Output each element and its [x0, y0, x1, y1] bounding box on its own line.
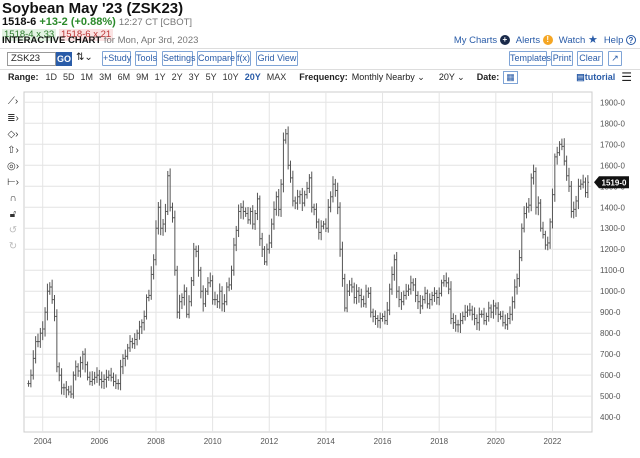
x-tick-label: 2016 [374, 437, 392, 446]
range-option[interactable]: 1Y [155, 72, 166, 82]
star-icon: ★ [587, 34, 598, 46]
y-tick-label: 600-0 [600, 371, 621, 380]
y-tick-label: 1900-0 [600, 98, 625, 107]
top-links: My Charts + Alerts ! Watch ★ Help ? [454, 35, 636, 46]
y-tick-label: 1700-0 [600, 140, 625, 149]
frequency-label: Frequency: [299, 72, 348, 82]
quote-time: 12:27 CT [CBOT] [118, 17, 193, 28]
print-button[interactable]: Print [551, 51, 573, 66]
y-tick-label: 900-0 [600, 308, 621, 317]
header-divider [0, 48, 640, 49]
plus-circle-icon: + [499, 35, 510, 46]
period-select[interactable]: 20Y ⌄ [439, 72, 465, 83]
price-chart[interactable]: 1900-01800-01700-01600-01500-01400-01300… [0, 86, 640, 458]
x-tick-label: 2020 [487, 437, 505, 446]
help-icon: ? [626, 35, 636, 46]
bar-type-dropdown-icon[interactable]: ⇅⌄ [76, 52, 93, 63]
y-tick-label: 1200-0 [600, 245, 625, 254]
x-tick-label: 2022 [544, 437, 562, 446]
quote-line: 1518-6 +13-2 (+0.88%) 12:27 CT [CBOT] [2, 16, 192, 29]
frequency-select[interactable]: Monthly Nearby ⌄ [352, 72, 425, 83]
x-tick-label: 2006 [90, 437, 108, 446]
grid-view-button[interactable]: Grid View [256, 51, 298, 66]
calendar-icon[interactable]: ▦ [503, 70, 518, 84]
plot-area [23, 91, 593, 433]
range-option[interactable]: 3M [99, 72, 112, 82]
range-option[interactable]: 2Y [172, 72, 183, 82]
help-link[interactable]: Help ? [604, 35, 636, 46]
fx-button[interactable]: f(x) [236, 51, 251, 66]
chart-label: INTERACTIVE CHART [2, 35, 102, 46]
range-option[interactable]: 6M [118, 72, 131, 82]
range-bar: Range: 1D 5D 1M 3M 6M 9M 1Y 2Y 3Y 5Y 10Y 20Y MAX Fre… [0, 70, 640, 84]
y-tick-label: 400-0 [600, 413, 621, 422]
settings-button[interactable]: Settings [162, 51, 196, 66]
y-tick-label: 1400-0 [600, 203, 625, 212]
range-option[interactable]: MAX [267, 72, 287, 82]
last-price-label: 1519-0 [602, 178, 627, 187]
y-tick-label: 500-0 [600, 392, 621, 401]
alerts-link[interactable]: Alerts ! [516, 35, 553, 46]
price-change: +13-2 (+0.88%) [39, 16, 116, 28]
x-tick-label: 2004 [34, 437, 52, 446]
tools-button[interactable]: Tools [135, 51, 157, 66]
my-charts-link[interactable]: My Charts + [454, 35, 510, 46]
go-button[interactable]: GO [56, 52, 72, 66]
x-tick-label: 2010 [204, 437, 222, 446]
date-label: Date: [476, 72, 500, 82]
expand-icon[interactable]: ↗ [608, 51, 622, 66]
chart-toolbar: ZSK23 GO ⇅⌄ +Study Tools Settings Compar… [0, 50, 640, 68]
compare-button[interactable]: Compare [197, 51, 235, 66]
chart-heading: INTERACTIVE CHART for Mon, Apr 3rd, 2023 [2, 35, 198, 46]
symbol-input[interactable]: ZSK23 [7, 52, 56, 66]
range-option[interactable]: 3Y [189, 72, 200, 82]
alert-icon: ! [542, 35, 553, 46]
tutorial-link[interactable]: ▤tutorial [576, 72, 615, 83]
last-price: 1518-6 [2, 16, 37, 28]
watch-link[interactable]: Watch ★ [559, 34, 598, 47]
y-tick-label: 1000-0 [600, 287, 625, 296]
y-tick-label: 1100-0 [600, 266, 625, 275]
x-tick-label: 2018 [430, 437, 448, 446]
y-tick-label: 1800-0 [600, 119, 625, 128]
clear-button[interactable]: Clear [577, 51, 603, 66]
x-tick-label: 2008 [147, 437, 165, 446]
range-label: Range: [8, 72, 39, 82]
range-option[interactable]: 5D [63, 72, 75, 82]
y-tick-label: 700-0 [600, 350, 621, 359]
page-title: Soybean May '23 (ZSK23) [2, 0, 184, 17]
y-tick-label: 800-0 [600, 329, 621, 338]
range-option[interactable]: 5Y [206, 72, 217, 82]
x-tick-label: 2012 [260, 437, 278, 446]
x-tick-label: 2014 [317, 437, 335, 446]
range-option[interactable]: 1M [81, 72, 94, 82]
templates-button[interactable]: Templates [509, 51, 551, 66]
range-options: 1D 5D 1M 3M 6M 9M 1Y 2Y 3Y 5Y 10Y 20Y MAX [43, 72, 290, 82]
menu-icon[interactable]: ☰ [621, 70, 632, 84]
study-button[interactable]: +Study [102, 51, 131, 66]
range-option[interactable]: 20Y [245, 72, 261, 82]
y-tick-label: 1300-0 [600, 224, 625, 233]
chart-date: for Mon, Apr 3rd, 2023 [103, 35, 199, 46]
y-tick-label: 1600-0 [600, 161, 625, 170]
range-option[interactable]: 1D [46, 72, 58, 82]
range-option[interactable]: 9M [136, 72, 149, 82]
range-option[interactable]: 10Y [223, 72, 239, 82]
